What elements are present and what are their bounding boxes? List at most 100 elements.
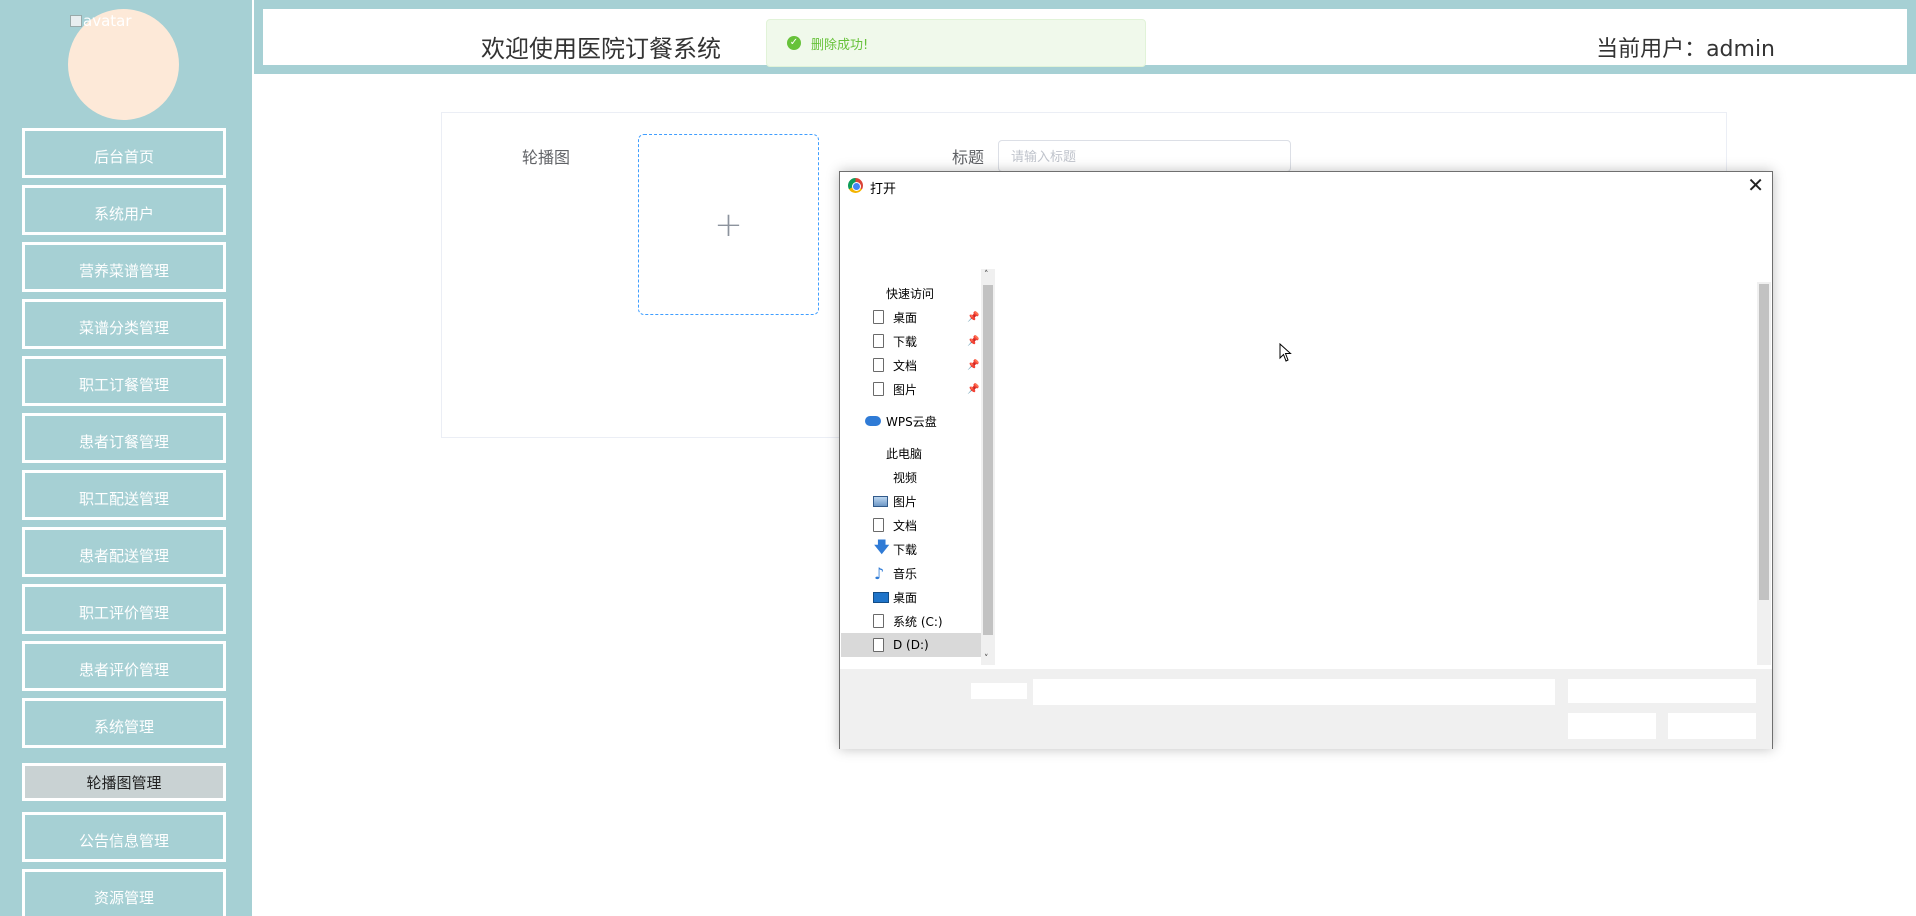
nav-label: 快速访问 (886, 286, 935, 301)
sidebar-item-label: 患者配送管理 (78, 546, 169, 565)
close-icon[interactable]: ✕ (1747, 174, 1764, 196)
sidebar-item-patient-delivery[interactable]: 患者配送管理 (22, 527, 226, 577)
file-list-scroll-thumb[interactable] (1759, 284, 1769, 600)
nav-label: 桌面 (893, 310, 918, 325)
title-label: 标题 (952, 148, 985, 167)
sidebar-item-label: 职工订餐管理 (78, 375, 169, 394)
sidebar-item-staff-delivery[interactable]: 职工配送管理 (22, 470, 226, 520)
sidebar-item-carousel-management[interactable]: 轮播图管理 (22, 763, 226, 801)
nav-label: 图片 (893, 382, 918, 397)
page-title: 欢迎使用医院订餐系统 (481, 35, 721, 63)
filename-label (971, 683, 1027, 699)
music-note-icon: ♪ (874, 563, 885, 583)
nav-drive-c[interactable]: 系统 (C:) (841, 609, 981, 633)
scroll-up-icon[interactable]: ˄ (984, 270, 989, 280)
sidebar-item-label: 职工评价管理 (78, 603, 169, 622)
nav-label: WPS云盘 (886, 414, 937, 429)
nav-label: 下载 (893, 334, 918, 349)
document-icon (873, 334, 884, 348)
sidebar-item-system-management[interactable]: 系统管理 (22, 698, 226, 748)
sidebar: avatar 后台首页 系统用户 营养菜谱管理 菜谱分类管理 职工订餐管理 患者… (0, 0, 252, 916)
carousel-image-label: 轮播图 (522, 148, 571, 167)
image-upload-button[interactable]: + (638, 134, 819, 315)
nav-quick-pictures[interactable]: 图片 📌 (841, 377, 981, 401)
success-check-icon: ✓ (787, 36, 801, 50)
nav-label: 系统 (C:) (893, 614, 943, 629)
pin-icon: 📌 (967, 383, 980, 395)
drive-icon (873, 638, 884, 652)
drive-icon (873, 614, 884, 628)
sidebar-item-system-users[interactable]: 系统用户 (22, 185, 226, 235)
sidebar-item-home[interactable]: 后台首页 (22, 128, 226, 178)
toast-message: 删除成功! (811, 37, 869, 53)
desktop-icon (873, 591, 889, 603)
broken-image-icon (70, 15, 82, 27)
nav-quick-documents[interactable]: 文档 📌 (841, 353, 981, 377)
document-icon (873, 358, 884, 372)
filename-input[interactable] (1033, 679, 1555, 705)
nav-this-pc[interactable]: 此电脑 (841, 441, 981, 465)
current-user: 当前用户：admin (1596, 37, 1775, 62)
sidebar-item-label: 公告信息管理 (78, 831, 169, 850)
sidebar-item-label: 系统管理 (93, 717, 154, 736)
nav-pc-pictures[interactable]: 图片 (841, 489, 981, 513)
nav-pc-music[interactable]: ♪ 音乐 (841, 561, 981, 585)
nav-label: D (D:) (893, 638, 929, 652)
pin-icon: 📌 (967, 311, 980, 323)
nav-pc-downloads[interactable]: 🡇 下载 (841, 537, 981, 561)
sidebar-item-announcements[interactable]: 公告信息管理 (22, 812, 226, 862)
dialog-titlebar: 打开 ✕ (840, 172, 1772, 200)
download-arrow-icon: 🡇 (874, 537, 890, 556)
file-open-dialog: 打开 ✕ 快速访问 桌面 📌 下载 📌 文档 📌 图片 📌 WPS云盘 此电脑 视频 图… (839, 171, 1773, 749)
nav-label: 此电脑 (886, 446, 923, 461)
nav-scrollbar[interactable]: ˄ ˅ (981, 269, 995, 665)
sidebar-item-label: 患者评价管理 (78, 660, 169, 679)
sidebar-item-label: 职工配送管理 (78, 489, 169, 508)
nav-label: 桌面 (893, 590, 918, 605)
nav-scroll-thumb[interactable] (983, 285, 993, 635)
open-button[interactable] (1568, 713, 1656, 739)
sidebar-item-recipe-categories[interactable]: 菜谱分类管理 (22, 299, 226, 349)
dialog-title: 打开 (870, 182, 897, 197)
sidebar-item-label: 轮播图管理 (86, 773, 162, 792)
nav-quick-access[interactable]: 快速访问 (841, 281, 981, 305)
sidebar-item-label: 资源管理 (93, 888, 154, 907)
nav-label: 视频 (893, 470, 918, 485)
nav-pc-videos[interactable]: 视频 (841, 465, 981, 489)
chrome-icon (848, 178, 863, 193)
nav-quick-desktop[interactable]: 桌面 📌 (841, 305, 981, 329)
nav-drive-d[interactable]: D (D:) (841, 633, 981, 657)
nav-pc-documents[interactable]: 文档 (841, 513, 981, 537)
sidebar-item-staff-orders[interactable]: 职工订餐管理 (22, 356, 226, 406)
scroll-down-icon[interactable]: ˅ (984, 654, 989, 664)
nav-wps-cloud[interactable]: WPS云盘 (841, 409, 981, 433)
sidebar-item-label: 系统用户 (93, 204, 154, 223)
nav-label: 下载 (893, 542, 918, 557)
app-root: avatar 后台首页 系统用户 营养菜谱管理 菜谱分类管理 职工订餐管理 患者… (0, 0, 1916, 916)
nav-label: 文档 (893, 518, 918, 533)
title-input[interactable] (998, 140, 1291, 172)
document-icon (873, 382, 884, 396)
cancel-button[interactable] (1668, 713, 1756, 739)
sidebar-item-staff-reviews[interactable]: 职工评价管理 (22, 584, 226, 634)
nav-label: 文档 (893, 358, 918, 373)
nav-quick-downloads[interactable]: 下载 📌 (841, 329, 981, 353)
file-type-select[interactable] (1568, 679, 1756, 703)
sidebar-item-resources[interactable]: 资源管理 (22, 869, 226, 916)
pin-icon: 📌 (967, 335, 980, 347)
sidebar-item-patient-orders[interactable]: 患者订餐管理 (22, 413, 226, 463)
documents-icon (873, 518, 884, 532)
success-toast: ✓ 删除成功! (766, 19, 1146, 67)
document-icon (873, 310, 884, 324)
file-list-scrollbar[interactable] (1757, 282, 1771, 665)
nav-label: 音乐 (893, 566, 918, 581)
dialog-bottom-bar (840, 669, 1772, 749)
pin-icon: 📌 (967, 359, 980, 371)
cloud-icon (865, 416, 881, 426)
pictures-icon (873, 495, 888, 507)
sidebar-item-label: 营养菜谱管理 (78, 261, 169, 280)
sidebar-item-patient-reviews[interactable]: 患者评价管理 (22, 641, 226, 691)
avatar-alt-label: avatar (83, 12, 132, 30)
nav-pc-desktop[interactable]: 桌面 (841, 585, 981, 609)
sidebar-item-nutrition-recipes[interactable]: 营养菜谱管理 (22, 242, 226, 292)
